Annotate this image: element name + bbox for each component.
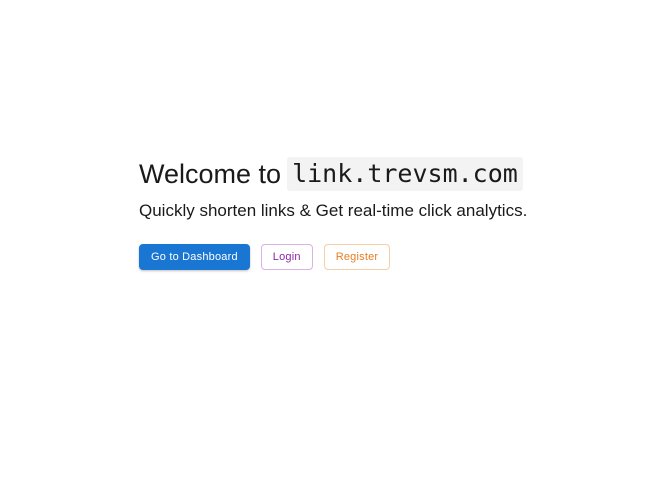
domain-code: link.trevsm.com xyxy=(287,157,523,191)
tagline: Quickly shorten links & Get real-time cl… xyxy=(139,201,528,220)
welcome-text: Welcome to xyxy=(139,159,282,189)
register-button[interactable]: Register xyxy=(323,244,391,270)
go-to-dashboard-button[interactable]: Go to Dashboard xyxy=(139,244,250,270)
action-buttons: Go to Dashboard Login Register xyxy=(139,244,639,270)
hero-section: Welcome to link.trevsm.com Quickly short… xyxy=(139,156,639,270)
login-button[interactable]: Login xyxy=(260,244,313,270)
page-title: Welcome to link.trevsm.com xyxy=(139,156,639,192)
